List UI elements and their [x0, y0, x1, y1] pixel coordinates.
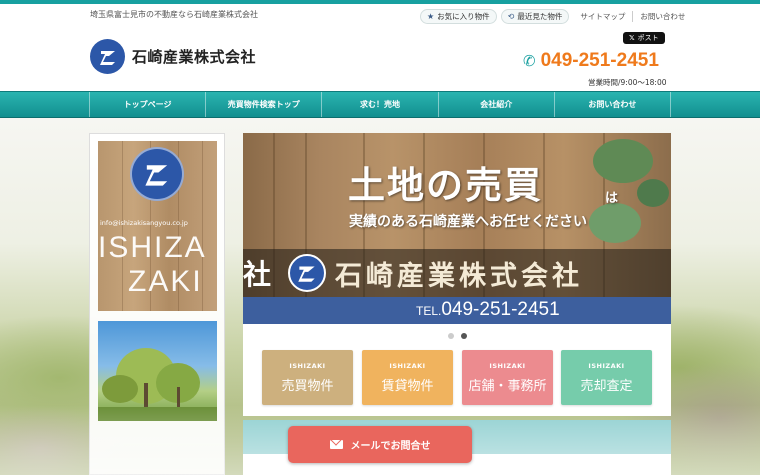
left-sidebar: info@ishizakisangyou.co.jp ISHIZA ZAKI [89, 133, 225, 475]
site-header: 埼玉県富士見市の不動産なら石崎産業株式会社 ★ お気に入り物件 ⟲ 最近見た物件… [0, 4, 760, 91]
phone-number: 049-251-2451 [540, 50, 659, 71]
slider-dot-1[interactable] [448, 333, 454, 339]
favorites-label: お気に入り物件 [437, 12, 490, 21]
business-hours: 営業時間/9:00～18:00 [588, 78, 667, 87]
succulent-plants [589, 139, 669, 243]
slide-tel-number: 049-251-2451 [441, 299, 560, 320]
slider-pagination [243, 324, 671, 344]
slide-subtitle: 実績のある石崎産業へお任せください [349, 214, 587, 230]
category-jp-label: 売却査定 [580, 378, 633, 394]
sidebar-big-text-1: ISHIZA [98, 231, 207, 264]
sidebar-logo-icon [130, 147, 184, 201]
x-post-label: ポスト [637, 34, 659, 42]
category-en-label: ISHIZAKI [489, 361, 526, 370]
mail-contact-label: メールでお問合せ [350, 441, 431, 452]
phone-icon: ✆ [523, 52, 536, 70]
slider-dot-2[interactable] [461, 333, 467, 339]
x-post-button[interactable]: 𝕏 ポスト [623, 32, 665, 44]
sidebar-big-text-2: ZAKI [128, 265, 203, 298]
header-phone[interactable]: ✆ 049-251-2451 [523, 50, 659, 72]
category-sale-button[interactable]: ISHIZAKI 売買物件 [262, 350, 353, 405]
category-rental-button[interactable]: ISHIZAKI 賃貸物件 [362, 350, 453, 405]
slide-tel-prefix: TEL. [416, 304, 442, 318]
sidebar-email: info@ishizakisangyou.co.jp [100, 219, 188, 227]
band-left-char: 社 [243, 258, 272, 291]
category-jp-label: 賃貸物件 [381, 378, 434, 394]
hero-slider[interactable]: 土地の売買 は 実績のある石崎産業へお任せください 社 石崎産業株式会社 TEL… [243, 133, 671, 324]
slide-tel: TEL.049-251-2451 [416, 299, 560, 321]
nav-item-land-wanted[interactable]: 求む！売地 [321, 92, 437, 117]
x-icon: 𝕏 [629, 34, 635, 42]
category-en-label: ISHIZAKI [389, 361, 426, 370]
category-buttons: ISHIZAKI 売買物件 ISHIZAKI 賃貸物件 ISHIZAKI 店舗・… [243, 344, 671, 416]
band-company-name: 石崎産業株式会社 [335, 261, 583, 292]
favorites-button[interactable]: ★ お気に入り物件 [420, 9, 497, 24]
slide-title: 土地の売買 [348, 164, 543, 207]
mail-icon [329, 440, 343, 449]
category-jp-label: 店舗・事務所 [468, 378, 547, 394]
contact-link[interactable]: お問い合わせ [632, 11, 692, 22]
mail-contact-button[interactable]: メールでお問合せ [288, 426, 472, 463]
nav-item-company[interactable]: 会社紹介 [437, 92, 554, 117]
sidebar-tree-photo[interactable] [98, 321, 217, 421]
header-utility-links: ★ お気に入り物件 ⟲ 最近見た物件 サイトマップ お問い合わせ [420, 8, 692, 25]
logo-mark-icon [90, 39, 125, 74]
recent-button[interactable]: ⟲ 最近見た物件 [500, 9, 570, 24]
sidebar-company-banner[interactable]: info@ishizakisangyou.co.jp ISHIZA ZAKI [98, 141, 217, 311]
category-shop-office-button[interactable]: ISHIZAKI 店舗・事務所 [462, 350, 553, 405]
company-name: 石崎産業株式会社 [132, 48, 257, 66]
nav-item-top[interactable]: トップページ [89, 92, 205, 117]
nav-item-property-search[interactable]: 売買物件検索トップ [205, 92, 321, 117]
band-logo-icon [288, 254, 326, 292]
star-icon: ★ [427, 12, 435, 21]
sitemap-link[interactable]: サイトマップ [573, 11, 632, 22]
category-en-label: ISHIZAKI [588, 361, 625, 370]
global-nav: トップページ 売買物件検索トップ 求む！売地 会社紹介 お問い合わせ [0, 91, 760, 118]
nav-item-contact[interactable]: お問い合わせ [553, 92, 672, 117]
category-en-label: ISHIZAKI [289, 361, 326, 370]
slide-company-band: 社 石崎産業株式会社 [243, 249, 671, 297]
history-icon: ⟲ [507, 12, 515, 21]
recent-label: 最近見た物件 [517, 12, 563, 21]
site-tagline: 埼玉県富士見市の不動産なら石崎産業株式会社 [90, 10, 258, 19]
slide-title-suffix: は [605, 191, 619, 206]
category-jp-label: 売買物件 [281, 378, 334, 394]
site-logo[interactable]: 石崎産業株式会社 [90, 39, 256, 74]
category-appraisal-button[interactable]: ISHIZAKI 売却査定 [561, 350, 652, 405]
